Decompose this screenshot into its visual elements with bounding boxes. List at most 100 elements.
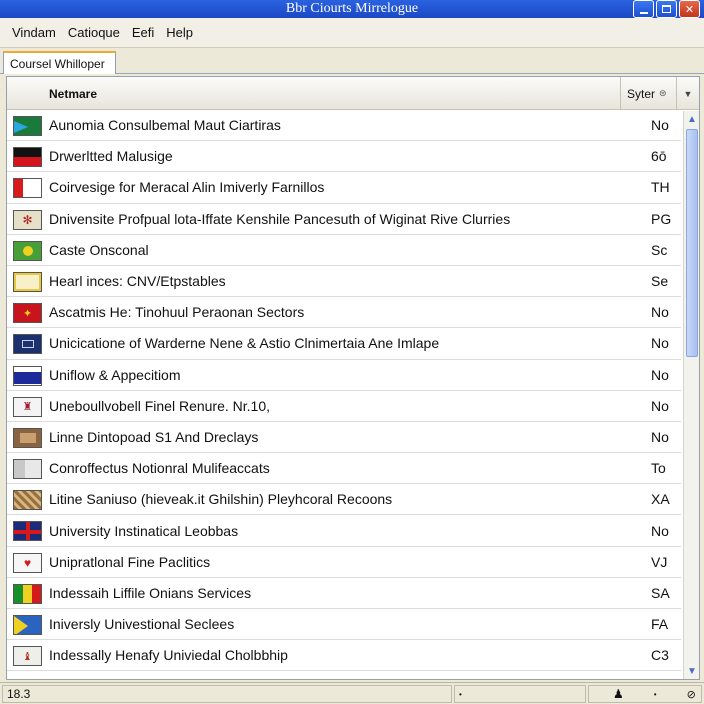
menu-catioque[interactable]: Catioque <box>62 25 126 40</box>
list-item-code: No <box>651 335 669 352</box>
list-item-name: University Instinatical Leobbas <box>49 522 239 539</box>
flag-part: ♝ <box>14 647 41 666</box>
list-item-code: PG <box>651 210 672 227</box>
list-item-code: SA <box>651 584 670 601</box>
column-header-name[interactable]: Netmare <box>7 77 621 110</box>
flag-icon <box>13 583 42 604</box>
menu-vindam[interactable]: Vindam <box>6 25 62 40</box>
list-item[interactable]: Caste Onsconal Sc <box>7 235 681 266</box>
flag-icon <box>13 615 42 635</box>
flag-part <box>14 616 41 634</box>
flag-icon: ✦ <box>13 303 42 324</box>
list-item-name: Linne Dintopoad S1 And Dreclays <box>49 428 259 445</box>
menu-eefi[interactable]: Eefi <box>126 25 160 40</box>
flag-part <box>14 584 23 603</box>
flag-part <box>14 616 28 634</box>
sort-icon: ⊜ <box>659 88 667 98</box>
list-item[interactable]: Unicicatione of Warderne Nene & Astio Cl… <box>7 328 681 360</box>
list-item[interactable]: Indessaih Liffile Onians Services SA <box>7 578 681 609</box>
list-item-name: Caste Onsconal <box>49 241 149 258</box>
tab-coursel-whilloper[interactable]: Coursel Whilloper <box>3 51 116 74</box>
list-header: Netmare Syter ⊜ ▼ <box>7 77 699 110</box>
scrollbar-thumb[interactable] <box>686 129 698 357</box>
course-list: Aunomia Consulbemal Maut Ciartiras No Drwe… <box>7 110 681 672</box>
list-item-code: No <box>651 304 669 321</box>
flag-part <box>19 432 36 443</box>
list-item[interactable]: Conroffectus Notionral Mulifeaccats To <box>7 453 681 485</box>
flag-part <box>23 584 32 603</box>
list-item[interactable]: Linne Dintopoad S1 And Dreclays No <box>7 422 681 454</box>
list-item-code: No <box>651 366 669 383</box>
flag-part <box>14 584 41 603</box>
title-bar: Bbr Ciourts Mirrelogue ✕ <box>0 0 704 18</box>
flag-icon: ✻ <box>13 209 42 230</box>
list-item-code: XA <box>651 491 670 508</box>
flag-part <box>14 335 41 354</box>
list-item-name: Hearl inces: CNV/Etpstables <box>49 273 226 290</box>
list-item[interactable]: Uniflow & Appecitiom No <box>7 360 681 391</box>
column-menu-button[interactable]: ▼ <box>677 77 699 110</box>
list-item-name: Iniversly Univestional Seclees <box>49 616 235 633</box>
flag-part <box>14 148 41 158</box>
list-item-name: Dnivensite Profpual lota-Iffate Kenshile… <box>49 210 511 227</box>
dot-icon: • <box>653 689 657 699</box>
list-item-code: 6ō <box>651 148 667 165</box>
flag-icon: ♜ <box>13 396 42 417</box>
list-item-name: Coirvesige for Meracal Alin Imiverly Far… <box>49 179 325 196</box>
list-item-name: Ascatmis He: Tinohuul Peraonan Sectors <box>49 304 305 321</box>
list-item-name: Uniflow & Appecitiom <box>49 366 181 383</box>
status-pane-main: 18.3 <box>2 685 452 703</box>
flag-icon <box>13 521 42 542</box>
flag-part <box>14 371 41 385</box>
flag-part <box>14 241 41 260</box>
resize-grip-icon[interactable]: ⊘ <box>687 688 696 701</box>
flag-icon: ♝ <box>13 646 42 667</box>
status-pane-3: ♟ • ⊘ <box>588 685 702 703</box>
chevron-down-icon: ▼ <box>687 665 697 677</box>
list-item-code: To <box>651 460 666 477</box>
list-item[interactable]: Iniversly Univestional Seclees FA <box>7 609 681 641</box>
flag-icon: ♥ <box>13 552 42 573</box>
list-item-name: Indessaih Liffile Onians Services <box>49 584 252 601</box>
list-item[interactable]: ♥ Unipratlonal Fine Paclitics VJ <box>7 547 681 578</box>
flag-part <box>14 179 41 198</box>
vertical-scrollbar[interactable]: ▲ ▼ <box>683 111 699 679</box>
flag-part <box>14 460 41 479</box>
list-item-name: Indessally Henafy Univiedal Cholbbhip <box>49 647 288 664</box>
scroll-down-button[interactable]: ▼ <box>684 663 700 679</box>
list-item[interactable]: ♜ Uneboullvobell Finel Renure. Nr.10, No <box>7 391 681 422</box>
list-item[interactable]: ♝ Indessally Henafy Univiedal Cholbbhip C3 <box>7 640 681 672</box>
list-item[interactable]: Drwerltted Malusige 6ō <box>7 141 681 173</box>
menu-help[interactable]: Help <box>160 25 199 40</box>
chevron-up-icon: ▲ <box>687 113 697 125</box>
flag-part <box>14 272 41 291</box>
list-item[interactable]: Aunomia Consulbemal Maut Ciartiras No <box>7 110 681 142</box>
status-bar: 18.3 • ♟ • ⊘ <box>0 682 704 704</box>
scroll-up-button[interactable]: ▲ <box>684 111 700 127</box>
flag-part: ♥ <box>14 553 41 572</box>
dot-icon: • <box>459 689 462 699</box>
list-item[interactable]: ✻ Dnivensite Profpual lota-Iffate Kenshil… <box>7 204 681 235</box>
column-header-syter[interactable]: Syter ⊜ <box>621 77 677 110</box>
flag-part <box>14 428 41 447</box>
flag-part <box>14 121 28 133</box>
column-header-name-label: Netmare <box>49 86 98 101</box>
maximize-button[interactable] <box>656 0 677 18</box>
close-button[interactable]: ✕ <box>679 0 700 18</box>
list-item[interactable]: Hearl inces: CNV/Etpstables Se <box>7 266 681 298</box>
flag-part <box>14 179 24 198</box>
status-text: 18.3 <box>7 687 31 701</box>
person-icon: ♟ <box>613 687 624 701</box>
flag-icon <box>13 147 42 168</box>
list-item[interactable]: Litine Saniuso (hieveak.it Ghilshin) Ple… <box>7 484 681 516</box>
flag-part <box>23 179 41 198</box>
tab-strip: Coursel Whilloper <box>0 48 704 74</box>
minimize-button[interactable] <box>633 0 654 18</box>
list-item[interactable]: University Instinatical Leobbas No <box>7 515 681 547</box>
list-item[interactable]: Coirvesige for Meracal Alin Imiverly Far… <box>7 172 681 204</box>
list-item-code: No <box>651 522 669 539</box>
flag-part <box>22 245 33 256</box>
list-item[interactable]: ✦ Ascatmis He: Tinohuul Peraonan Sectors N… <box>7 297 681 329</box>
window-title: Bbr Ciourts Mirrelogue <box>285 1 419 16</box>
list-item-name: Unicicatione of Warderne Nene & Astio Cl… <box>49 335 440 352</box>
